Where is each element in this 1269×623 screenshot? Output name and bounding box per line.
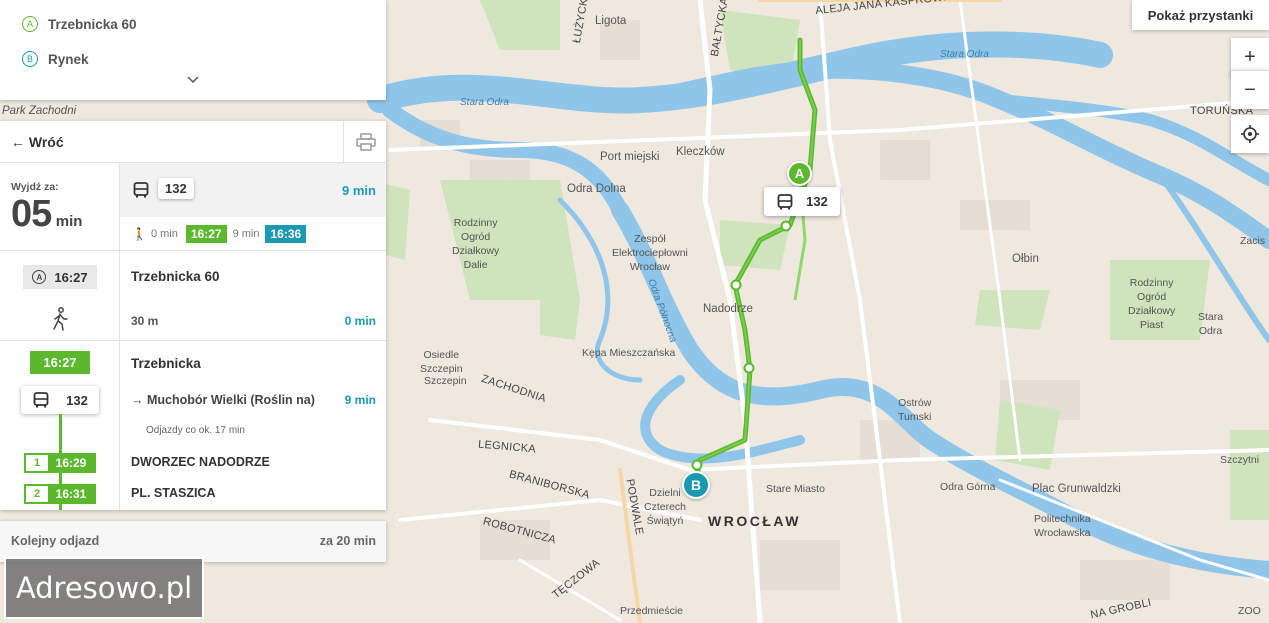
walk-step-duration: 0 min <box>344 314 376 328</box>
map-label: Rodzinny Ogród Działkowy Piast <box>1128 277 1176 331</box>
stop-name: DWORZEC NADODRZE <box>131 455 270 469</box>
marker-a-label: A <box>794 166 805 181</box>
bus-icon <box>777 193 793 209</box>
map-label: Szczytni <box>1220 454 1260 466</box>
to-name: Rynek <box>48 51 89 67</box>
bus-icon <box>33 392 49 408</box>
walk-step: A 16:27 Trzebnicka 60 30 m 0 min <box>0 251 386 340</box>
stop-number: 1 <box>26 455 48 471</box>
from-name: Trzebnicka 60 <box>48 16 137 32</box>
watermark: Adresowo.pl <box>4 557 204 619</box>
ride-step-duration: 9 min <box>344 393 376 407</box>
map-label: ZOO <box>1238 605 1261 617</box>
walk-minutes: 0 min <box>150 228 178 240</box>
printer-icon <box>355 132 376 151</box>
leave-in-value: 05 <box>11 193 52 235</box>
from-marker-icon: A <box>22 16 38 32</box>
map-label: Szczepin <box>424 375 467 387</box>
ride-step-frequency: Odjazdy co ok. 17 min <box>146 425 245 436</box>
map-line-badge[interactable]: 132 <box>764 187 840 216</box>
next-departure-bar[interactable]: Kolejny odjazd za 20 min <box>0 521 386 562</box>
map-label: Rodzinny Ogród Działkowy Dalie <box>452 217 500 271</box>
map-label: Ołbin <box>1012 253 1039 265</box>
map-label: Ligota <box>595 15 627 27</box>
ride-step-stop: Trzebnicka <box>131 356 201 371</box>
journey-panel: ← Wróć Wyjdź za: 05 min 132 9 min 🚶 0 mi… <box>0 121 386 510</box>
map-label: Dzielni Czterech Świątyń <box>644 487 687 527</box>
show-stops-label: Pokaż przystanki <box>1147 7 1254 23</box>
ride-step-time: 16:27 <box>30 351 90 374</box>
zoom-out-button[interactable]: − <box>1231 70 1269 109</box>
locate-icon <box>1241 125 1259 143</box>
stop-time: 16:31 <box>55 487 87 501</box>
map-label: Kleczków <box>676 146 725 158</box>
map-label: Port miejski <box>600 151 660 163</box>
summary-line-badge: 132 <box>158 178 194 199</box>
ride-step: 16:27 132 Trzebnicka → Muchobór Wielki (… <box>0 341 386 510</box>
intermediate-stop[interactable]: 1 16:29 DWORZEC NADODRZE <box>0 453 386 475</box>
route-inputs-panel: A Trzebnicka 60 B Rynek <box>0 0 386 100</box>
print-button[interactable] <box>343 121 386 162</box>
walk-step-distance: 30 m <box>131 314 159 328</box>
arrive-time: 16:36 <box>265 225 307 243</box>
walk-step-badge: A <box>32 270 47 284</box>
map-label: Plac Grunwaldzki <box>1032 483 1121 495</box>
leave-in-unit: min <box>55 213 83 230</box>
route-stop-dot[interactable] <box>691 459 703 471</box>
map-label: Odra Górna <box>940 481 996 493</box>
next-departure-label: Kolejny odjazd <box>11 534 100 548</box>
leave-in-label: Wyjdź za: <box>11 181 59 193</box>
intermediate-stop[interactable]: 2 16:31 PL. STASZICA <box>0 484 386 506</box>
map-label: Stara Odra <box>460 97 509 108</box>
walk-step-time-chip: A 16:27 <box>23 265 97 289</box>
locate-button[interactable] <box>1231 115 1269 153</box>
map-label: Politechnika Wrocławska <box>1034 513 1091 539</box>
watermark-text: Adresowo.pl <box>15 571 193 605</box>
map-label: WROCŁAW <box>708 513 801 529</box>
summary-duration: 9 min <box>342 183 376 198</box>
stop-number: 2 <box>26 486 48 502</box>
route-stop-dot[interactable] <box>743 362 755 374</box>
map-label: Osiedle Szczepin <box>420 349 463 375</box>
summary-option[interactable]: 132 9 min 🚶 0 min 16:27 9 min 16:36 <box>120 163 386 250</box>
walk-step-stop: Trzebnicka 60 <box>131 269 220 284</box>
leave-in-box: Wyjdź za: 05 min <box>0 163 120 250</box>
marker-b[interactable]: B <box>682 471 710 499</box>
stop-time: 16:29 <box>55 456 87 470</box>
map-label: Stare Miasto <box>766 483 825 495</box>
ride-line-card[interactable]: 132 <box>21 386 99 414</box>
map-label: Odra Dolna <box>567 183 626 195</box>
map-label: Park Zachodni <box>2 105 77 117</box>
expand-chevron-icon[interactable] <box>187 71 199 84</box>
ride-line-number: 132 <box>66 392 88 408</box>
map-label: Stara Odra <box>940 49 989 60</box>
from-row[interactable]: A Trzebnicka 60 <box>22 16 137 32</box>
show-stops-button[interactable]: Pokaż przystanki <box>1132 0 1269 30</box>
map-label: Zacis <box>1240 235 1266 247</box>
marker-b-label: B <box>690 477 702 493</box>
back-button[interactable]: ← Wróć <box>11 134 64 150</box>
stop-name: PL. STASZICA <box>131 486 216 500</box>
to-row[interactable]: B Rynek <box>22 51 89 67</box>
route-stop-dot[interactable] <box>780 220 792 232</box>
map-line-number: 132 <box>806 194 828 209</box>
map-label: Kępa Mieszczańska <box>582 347 676 359</box>
to-marker-icon: B <box>22 51 38 67</box>
map-label: Zespół Elektrociepłowni Wrocław <box>612 233 688 273</box>
ride-step-direction: → Muchobór Wielki (Roślin na) <box>131 393 315 407</box>
map-label: Stara Odra <box>1198 311 1224 337</box>
next-departure-value: za 20 min <box>319 534 376 548</box>
ride-minutes: 9 min <box>232 228 260 240</box>
map-label: Ostrów Tumski <box>898 397 932 423</box>
bus-icon <box>133 182 149 198</box>
walk-icon <box>53 307 68 331</box>
map-label: Nadodrze <box>703 303 753 315</box>
map-label: Przedmieście <box>620 605 684 617</box>
route-stop-dot[interactable] <box>730 279 742 291</box>
marker-a[interactable]: A <box>787 161 812 186</box>
walk-step-time: 16:27 <box>54 269 88 285</box>
depart-time: 16:27 <box>185 225 227 243</box>
walk-icon: 🚶 <box>132 227 147 241</box>
